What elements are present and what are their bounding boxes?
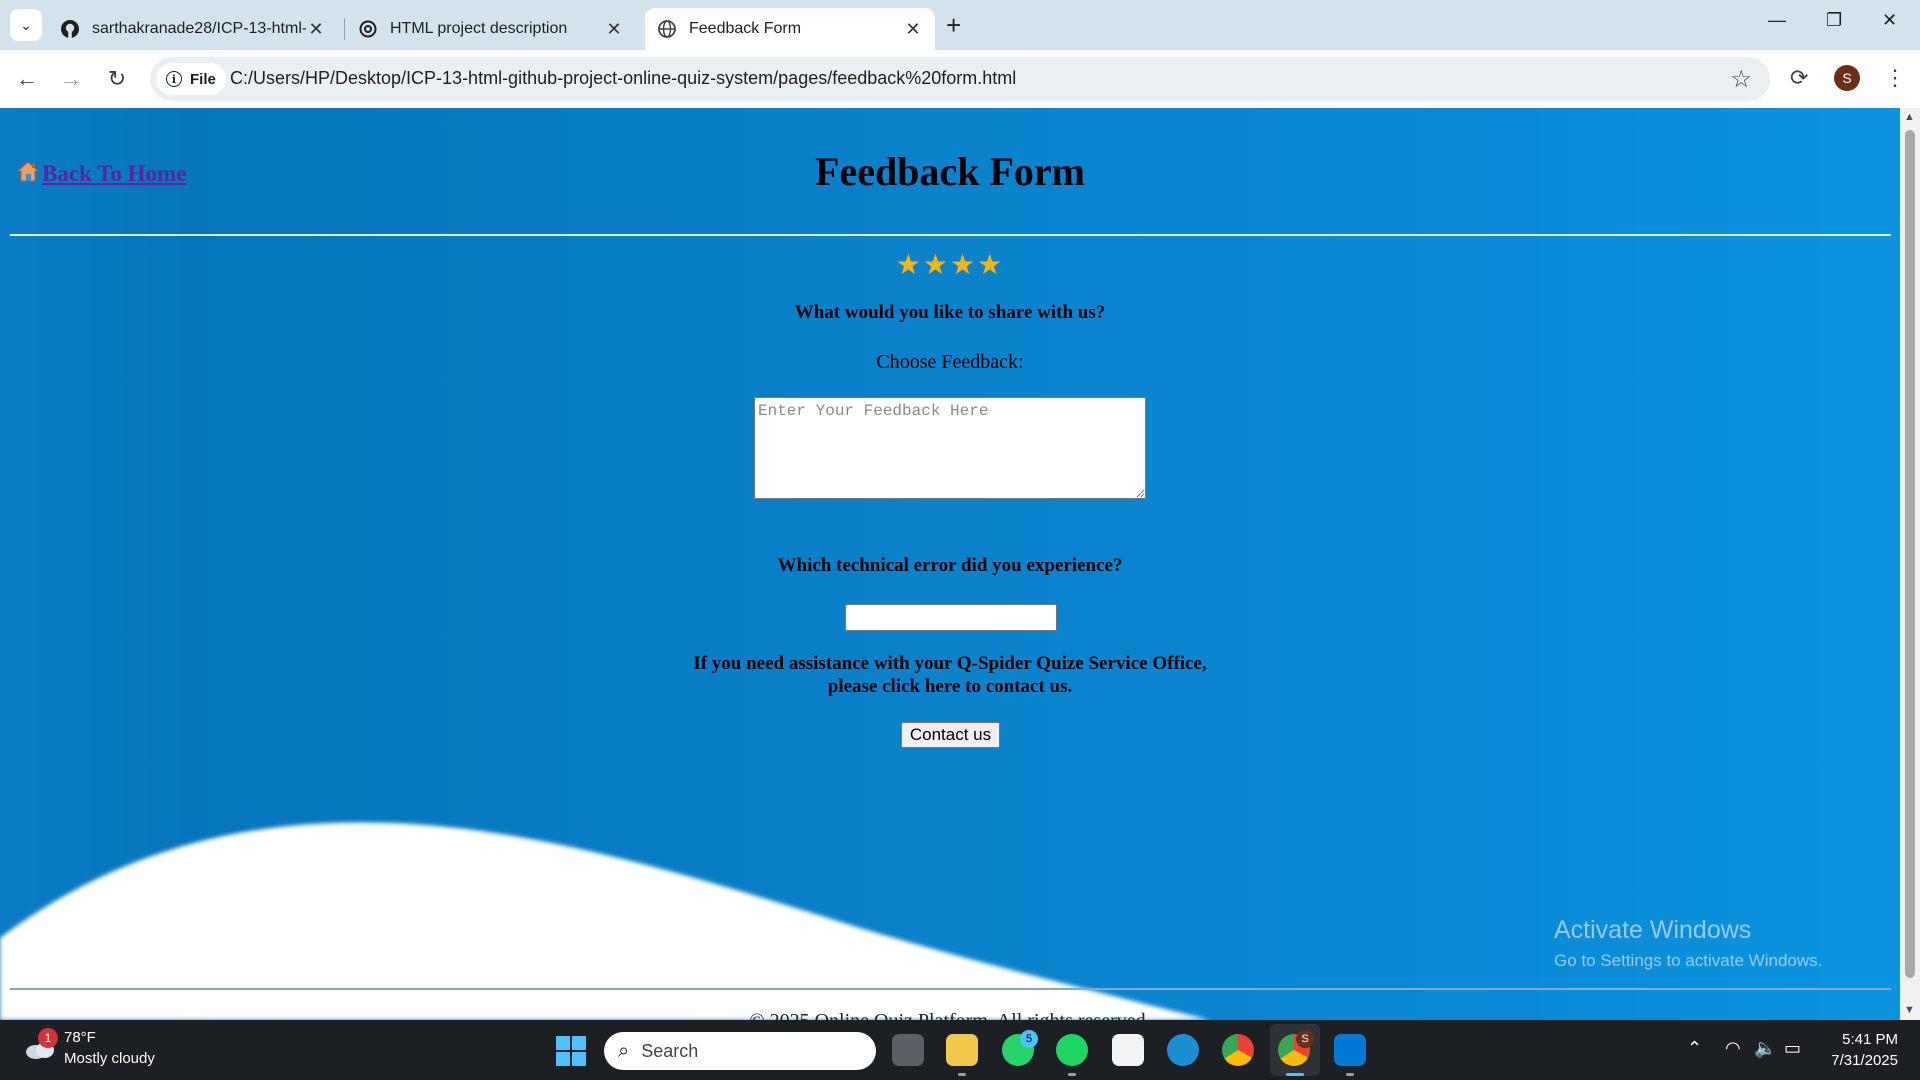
minimize-icon[interactable]: — [1768,10,1786,31]
scrollbar-thumb[interactable] [1905,130,1915,978]
tab-title: Feedback Form [689,20,802,37]
vscode-icon[interactable] [1334,1034,1366,1066]
openai-icon [358,19,378,39]
share-question: What would you like to share with us? [794,302,1106,323]
assistance-line-1: If you need assistance with your Q-Spide… [693,653,1207,674]
back-arrow-icon[interactable]: ← [12,64,42,94]
footer-copyright: © 2025 Online Quiz Platform. All rights … [0,1010,1900,1020]
windows-start-icon[interactable] [556,1036,586,1066]
choose-feedback-label: Choose Feedback: [876,351,1024,373]
forward-arrow-icon[interactable]: → [56,64,86,94]
restore-icon[interactable]: ❐ [1826,10,1842,31]
site-info-chip[interactable]: i File [156,63,226,95]
extension-icon[interactable]: ⟳ [1790,65,1808,91]
footer-divider [10,988,1891,990]
close-icon[interactable]: ✕ [903,19,923,40]
running-indicator [1068,1073,1076,1076]
tab-github[interactable]: sarthakranade28/ICP-13-html-g ✕ [48,8,338,50]
weather-condition: Mostly cloudy [64,1050,155,1067]
header-divider [10,234,1891,236]
rating-stars: ★★★★ [0,248,1900,281]
page-scrollbar[interactable]: ▲ ▼ [1900,108,1920,1020]
file-explorer-icon[interactable] [946,1034,978,1066]
web-page: Back To Home Feedback Form ★★★★ What wou… [0,108,1900,1020]
clock-time: 5:41 PM [1842,1031,1898,1048]
spotify-icon[interactable] [1056,1034,1088,1066]
window-close-icon[interactable]: ✕ [1882,10,1897,31]
reload-icon[interactable]: ↻ [102,64,132,94]
menu-kebab-icon[interactable]: ⋮ [1884,65,1906,91]
close-icon[interactable]: ✕ [306,19,326,40]
address-bar[interactable]: i File C:/Users/HP/Desktop/ICP-13-html-g… [150,57,1770,101]
weather-alert-badge: 1 [38,1028,58,1048]
running-indicator [958,1073,966,1076]
chevron-down-icon: ⌄ [20,16,32,33]
site-info-label: File [190,70,216,88]
globe-icon [657,19,677,39]
running-indicator [1286,1073,1304,1076]
tab-title: sarthakranade28/ICP-13-html-g [92,20,306,37]
scroll-down-icon[interactable]: ▼ [1904,1004,1915,1016]
tab-search-dropdown[interactable]: ⌄ [10,9,42,41]
star-icon[interactable]: ★ [923,249,950,280]
tab-title: HTML project description [390,20,568,37]
close-icon[interactable]: ✕ [604,19,624,40]
new-tab-button[interactable]: + [946,12,961,38]
clock-date: 7/31/2025 [1831,1052,1898,1069]
microsoft-store-icon[interactable] [1112,1034,1144,1066]
chrome-profile-badge: S [1296,1030,1314,1048]
technical-error-question: Which technical error did you experience… [777,555,1123,576]
task-view-icon[interactable] [892,1034,924,1066]
search-placeholder: Search [641,1040,699,1061]
contact-us-button[interactable]: Contact us [901,722,1000,748]
star-icon[interactable]: ★ [950,249,977,280]
star-icon[interactable]: ★ [977,249,1004,280]
search-icon: ⌕ [618,1039,630,1062]
weather-temperature: 78°F [64,1029,96,1046]
system-clock[interactable]: 5:41 PM 7/31/2025 [1808,1029,1898,1071]
url-text[interactable]: C:/Users/HP/Desktop/ICP-13-html-github-p… [230,68,1016,89]
watermark-subtitle: Go to Settings to activate Windows. [1554,951,1823,970]
scroll-up-icon[interactable]: ▲ [1904,111,1915,123]
technical-error-input[interactable] [845,604,1057,631]
bookmark-star-icon[interactable]: ☆ [1730,65,1752,94]
tab-feedback-form[interactable]: Feedback Form ✕ [645,8,935,50]
chrome-icon[interactable] [1222,1034,1254,1066]
battery-icon[interactable]: ▭ [1784,1038,1801,1059]
edge-icon[interactable] [1167,1034,1199,1066]
taskbar-search-box[interactable]: ⌕ Search [604,1032,876,1070]
windows-taskbar: 1 78°F Mostly cloudy ⌕ Search 5 S ⌃ ◠ 🔈 … [0,1020,1920,1080]
chevron-up-icon[interactable]: ⌃ [1687,1038,1702,1059]
whatsapp-badge: 5 [1020,1030,1038,1048]
star-icon[interactable]: ★ [896,249,923,280]
assistance-line-2: please click here to contact us. [827,676,1073,697]
activate-windows-watermark: Activate Windows Go to Settings to activ… [1554,916,1822,971]
tab-chatgpt[interactable]: HTML project description ✕ [346,8,636,50]
volume-icon[interactable]: 🔈 [1754,1038,1776,1059]
profile-avatar[interactable]: S [1834,65,1860,91]
info-icon: i [166,71,182,87]
browser-tab-strip: ⌄ sarthakranade28/ICP-13-html-g ✕ HTML p… [0,0,1920,50]
feedback-textarea[interactable] [754,397,1146,499]
running-indicator [1346,1073,1354,1076]
browser-toolbar: ← → ↻ i File C:/Users/HP/Desktop/ICP-13-… [0,50,1920,108]
github-icon [60,19,80,39]
page-title: Feedback Form [815,149,1085,194]
tab-separator [344,18,345,40]
wifi-icon[interactable]: ◠ [1725,1038,1741,1059]
watermark-title: Activate Windows [1554,916,1752,944]
